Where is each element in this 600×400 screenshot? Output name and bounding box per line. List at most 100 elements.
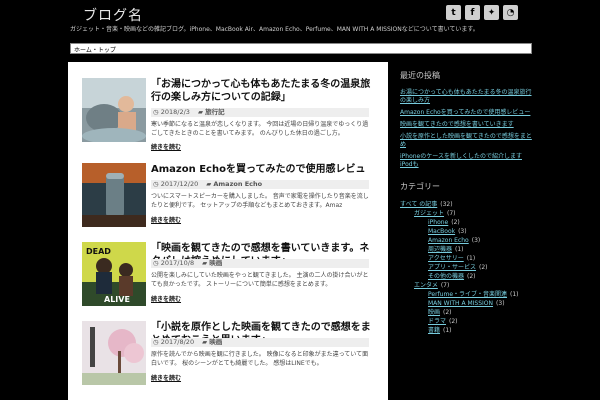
clock-icon: ◷ bbox=[153, 338, 159, 346]
category-count: (1) bbox=[466, 255, 476, 262]
post-item: Amazon Echoを買ってみたので使用感レビュー ◷ 2017/12/20 … bbox=[82, 163, 372, 239]
feedly-icon[interactable]: ✦ bbox=[484, 5, 499, 20]
category-link[interactable]: ドラマ bbox=[428, 318, 446, 325]
rss-icon[interactable]: ◔ bbox=[503, 5, 518, 20]
folder-icon: ▰ bbox=[198, 108, 204, 116]
post-date: 2017/10/8 bbox=[160, 259, 195, 267]
post-meta: ◷ 2017/10/8 ▰ 映画 bbox=[151, 259, 369, 268]
read-more-link[interactable]: 続きを読む bbox=[151, 142, 181, 151]
post-meta: ◷ 2017/8/20 ▰ 映画 bbox=[151, 338, 369, 347]
category-item: アプリ・サービス (2) bbox=[400, 263, 532, 272]
post-meta: ◷ 2017/12/20 ▰ Amazon Echo bbox=[151, 180, 369, 189]
clock-icon: ◷ bbox=[153, 259, 159, 267]
category-count: (2) bbox=[449, 318, 458, 325]
post-excerpt: 寒い季節になると温泉が恋しくなります。 今回は近場の日帰り温泉でゆっくり過ごして… bbox=[151, 121, 369, 137]
site-title[interactable]: ブログ名 bbox=[83, 5, 143, 25]
post-excerpt: ついにスマートスピーカーを購入しました。 音声で家電を操作したり音楽を流したりと… bbox=[151, 193, 369, 209]
category-list: すべて の記事 (32) ガジェット (7) iPhone (2) MacBook (3) Am… bbox=[400, 200, 532, 335]
post-thumbnail[interactable] bbox=[82, 163, 146, 227]
categories-heading: カテゴリー bbox=[400, 182, 440, 191]
sidebar: 最近の投稿 お湯につかって心も体もあたたまる冬の温泉旅行の楽しみ方 Amazon… bbox=[400, 70, 532, 335]
category-item: 書籍 (1) bbox=[400, 326, 532, 335]
facebook-icon[interactable]: f bbox=[465, 5, 480, 20]
category-count: (2) bbox=[479, 264, 488, 271]
social-links: t f ✦ ◔ bbox=[446, 5, 518, 20]
category-item: Amazon Echo (3) bbox=[400, 236, 532, 245]
folder-icon: ▰ bbox=[202, 259, 208, 267]
category-link[interactable]: ガジェット bbox=[414, 210, 444, 217]
category-link[interactable]: 映画 bbox=[428, 309, 440, 316]
category-item: 映画 (2) bbox=[400, 308, 532, 317]
category-count: (1) bbox=[510, 291, 519, 298]
twitter-icon[interactable]: t bbox=[446, 5, 461, 20]
category-count: (7) bbox=[447, 210, 456, 217]
category-item: iPhone (2) bbox=[400, 218, 532, 227]
post-category[interactable]: Amazon Echo bbox=[213, 180, 262, 188]
category-link[interactable]: Perfume・ライブ・音楽関連 bbox=[428, 291, 507, 298]
category-item: Perfume・ライブ・音楽関連 (1) bbox=[400, 290, 532, 299]
post-item: DEAD ALIVE 「映画を観てきたので感想を書いていきます。ネタバレは控えめ… bbox=[82, 242, 372, 318]
read-more-link[interactable]: 続きを読む bbox=[151, 294, 181, 303]
category-link[interactable]: その他の機器 bbox=[428, 273, 464, 280]
folder-icon: ▰ bbox=[206, 180, 212, 188]
category-count: (32) bbox=[440, 201, 453, 208]
category-item: ドラマ (2) bbox=[400, 317, 532, 326]
post-category[interactable]: 旅行記 bbox=[205, 108, 225, 116]
category-count: (2) bbox=[467, 273, 476, 280]
post-title[interactable]: 「お湯につかって心も体もあたたまる冬の温泉旅行の楽しみ方についての記録」 bbox=[151, 78, 371, 104]
category-link[interactable]: MacBook bbox=[428, 228, 455, 235]
category-count: (1) bbox=[443, 327, 452, 334]
category-item: 周辺機器 (1) bbox=[400, 245, 532, 254]
post-thumbnail[interactable] bbox=[82, 321, 146, 385]
post-excerpt: 原作を読んでから映画を観に行きました。 映像になると印象がまた違っていて面白いで… bbox=[151, 351, 369, 367]
post-meta: ◷ 2018/2/3 ▰ 旅行記 bbox=[151, 108, 369, 117]
recent-posts-heading: 最近の投稿 bbox=[400, 71, 440, 80]
site-header: ブログ名 ガジェット・音楽・映画などの雑記ブログ。iPhone、MacBook … bbox=[0, 0, 600, 40]
category-count: (2) bbox=[443, 309, 452, 316]
post-thumbnail[interactable] bbox=[82, 78, 146, 142]
svg-text:ALIVE: ALIVE bbox=[104, 295, 130, 304]
category-item: その他の機器 (2) bbox=[400, 272, 532, 281]
nav-home-link[interactable]: ホーム・トップ bbox=[74, 45, 116, 54]
post-date: 2017/8/20 bbox=[160, 338, 195, 346]
category-link[interactable]: エンタメ bbox=[414, 282, 438, 289]
categories-widget: カテゴリー すべて の記事 (32) ガジェット (7) iPhone (2) MacBoo… bbox=[400, 181, 532, 335]
recent-post-link[interactable]: 小説を原作とした映画を観てきたので感想をまとめ bbox=[400, 133, 532, 149]
category-link[interactable]: 書籍 bbox=[428, 327, 440, 334]
recent-post-link[interactable]: 映画を観てきたので感想を書いていきます bbox=[400, 121, 532, 129]
clock-icon: ◷ bbox=[153, 108, 159, 116]
category-count: (3) bbox=[496, 300, 505, 307]
category-link[interactable]: アクセサリー bbox=[428, 255, 464, 262]
recent-post-link[interactable]: お湯につかって心も体もあたたまる冬の温泉旅行の楽しみ方 bbox=[400, 89, 532, 105]
category-count: (3) bbox=[458, 228, 467, 235]
recent-post-link[interactable]: Amazon Echoを買ってみたので使用感レビュー bbox=[400, 109, 532, 117]
post-category[interactable]: 映画 bbox=[209, 259, 222, 267]
post-excerpt: 公開を楽しみにしていた映画をやっと観てきました。 主演の二人の掛け合いがとても良… bbox=[151, 272, 369, 288]
clock-icon: ◷ bbox=[153, 180, 159, 188]
post-category[interactable]: 映画 bbox=[209, 338, 222, 346]
category-link[interactable]: MAN WITH A MISSION bbox=[428, 300, 493, 307]
category-link[interactable]: iPhone bbox=[428, 219, 448, 226]
site-description: ガジェット・音楽・映画などの雑記ブログ。iPhone、MacBook Air、A… bbox=[70, 26, 479, 33]
category-link[interactable]: Amazon Echo bbox=[428, 237, 469, 244]
category-item: MacBook (3) bbox=[400, 227, 532, 236]
nav-bar: ホーム・トップ bbox=[70, 43, 532, 54]
recent-posts-list: お湯につかって心も体もあたたまる冬の温泉旅行の楽しみ方 Amazon Echoを… bbox=[400, 89, 532, 169]
post-list: 「お湯につかって心も体もあたたまる冬の温泉旅行の楽しみ方についての記録」 ◷ 2… bbox=[68, 62, 388, 400]
post-date: 2017/12/20 bbox=[160, 180, 199, 188]
svg-text:DEAD: DEAD bbox=[86, 247, 111, 256]
category-count: (1) bbox=[455, 246, 464, 253]
post-date: 2018/2/3 bbox=[160, 108, 190, 116]
recent-post-link[interactable]: iPhoneのケースを新しくしたので紹介します iPodも bbox=[400, 153, 532, 169]
category-item: エンタメ (7) bbox=[400, 281, 532, 290]
category-link[interactable]: アプリ・サービス bbox=[428, 264, 476, 271]
category-item: MAN WITH A MISSION (3) bbox=[400, 299, 532, 308]
category-count: (2) bbox=[451, 219, 460, 226]
post-item: 「小説を原作とした映画を観てきたので感想をまとめておこうと思います」 ◷ 201… bbox=[82, 321, 372, 397]
post-thumbnail[interactable]: DEAD ALIVE bbox=[82, 242, 146, 306]
category-link[interactable]: すべて の記事 bbox=[400, 201, 437, 208]
read-more-link[interactable]: 続きを読む bbox=[151, 215, 181, 224]
category-link[interactable]: 周辺機器 bbox=[428, 246, 452, 253]
post-item: 「お湯につかって心も体もあたたまる冬の温泉旅行の楽しみ方についての記録」 ◷ 2… bbox=[82, 78, 372, 154]
read-more-link[interactable]: 続きを読む bbox=[151, 373, 181, 382]
